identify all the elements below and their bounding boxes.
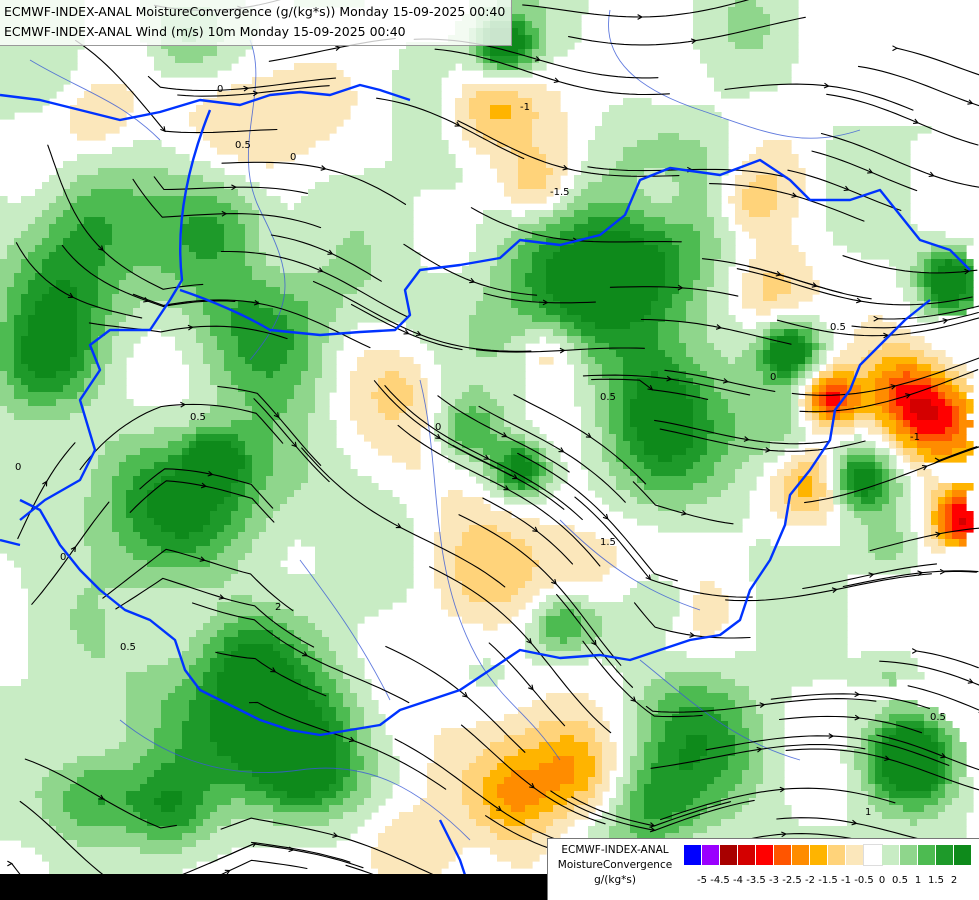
contour-value-label: 0.5: [120, 642, 136, 653]
legend-tick-label: -5: [697, 875, 707, 886]
contour-value-label: 1: [865, 807, 871, 818]
contour-value-label: 0.5: [190, 412, 206, 423]
legend-title: ECMWF-INDEX-ANAL MoistureConvergence g/(…: [548, 843, 682, 888]
contour-value-label: 0: [770, 372, 776, 383]
contour-value-label: 0: [15, 462, 21, 473]
legend-swatch: [792, 845, 810, 865]
legend-swatch: [954, 845, 972, 865]
legend-swatch: [702, 845, 720, 865]
legend-tick-label: -2.5: [782, 875, 802, 886]
legend-swatch: [882, 845, 900, 865]
legend-swatch: [810, 845, 828, 865]
convergence-fill-layer: [0, 0, 979, 900]
contour-value-label: 1.5: [600, 537, 616, 548]
contour-value-label: 0.5: [830, 322, 846, 333]
legend-swatch: [846, 845, 864, 865]
title-line-wind: ECMWF-INDEX-ANAL Wind (m/s) 10m Monday 1…: [4, 24, 406, 39]
legend-tick-label: -3.5: [746, 875, 766, 886]
weather-map[interactable]: 00.5-1-1.51.5200.500.5-100.500.5100.5: [0, 0, 979, 900]
contour-value-label: -1.5: [550, 187, 570, 198]
legend-tick-label: 1: [914, 875, 922, 886]
legend-unit: g/(kg*s): [594, 874, 636, 886]
legend-swatch-row: [684, 844, 972, 866]
contour-value-label: 0: [435, 422, 441, 433]
legend-tick-label: -3: [769, 875, 779, 886]
legend-tick-label: -2: [805, 875, 815, 886]
contour-value-label: 0: [60, 552, 66, 563]
color-legend: ECMWF-INDEX-ANAL MoistureConvergence g/(…: [547, 838, 979, 900]
contour-value-label: 0.5: [930, 712, 946, 723]
map-title-box: ECMWF-INDEX-ANAL MoistureConvergence (g/…: [0, 0, 513, 46]
legend-swatch: [828, 845, 846, 865]
legend-tick-label: -0.5: [854, 875, 874, 886]
legend-swatch: [756, 845, 774, 865]
title-line-convergence: ECMWF-INDEX-ANAL MoistureConvergence (g/…: [4, 4, 506, 19]
contour-value-label: 0: [290, 152, 296, 163]
legend-swatch: [684, 845, 702, 865]
legend-model-name: ECMWF-INDEX-ANAL: [561, 844, 669, 856]
legend-swatch: [936, 845, 954, 865]
legend-swatch: [900, 845, 918, 865]
legend-swatch: [774, 845, 792, 865]
legend-swatch: [738, 845, 756, 865]
legend-tick-label: -4: [733, 875, 743, 886]
legend-swatch: [720, 845, 738, 865]
legend-swatch: [918, 845, 936, 865]
legend-tick-label: 0.5: [892, 875, 908, 886]
legend-tick-label: -1.5: [818, 875, 838, 886]
legend-tick-label: 2: [950, 875, 958, 886]
contour-value-label: -1: [910, 432, 920, 443]
contour-value-label: 0: [217, 84, 223, 95]
legend-tick-label: 1.5: [928, 875, 944, 886]
contour-value-label: 0.5: [600, 392, 616, 403]
map-viewport: 0 0.5 -1 -1.5 1.5 2 0 0.5 0 0.5 -1 0 0.5 0 0.5 1 0 0.5 EC…: [0, 0, 979, 900]
contour-value-label: 0.5: [235, 140, 251, 151]
legend-tick-label: -1: [841, 875, 851, 886]
legend-tick-label: 0: [878, 875, 886, 886]
legend-swatch: [863, 844, 883, 866]
contour-value-label: 2: [275, 602, 281, 613]
legend-tick-label: -4.5: [710, 875, 730, 886]
contour-value-label: -1: [520, 102, 530, 113]
legend-variable-name: MoistureConvergence: [557, 859, 673, 871]
